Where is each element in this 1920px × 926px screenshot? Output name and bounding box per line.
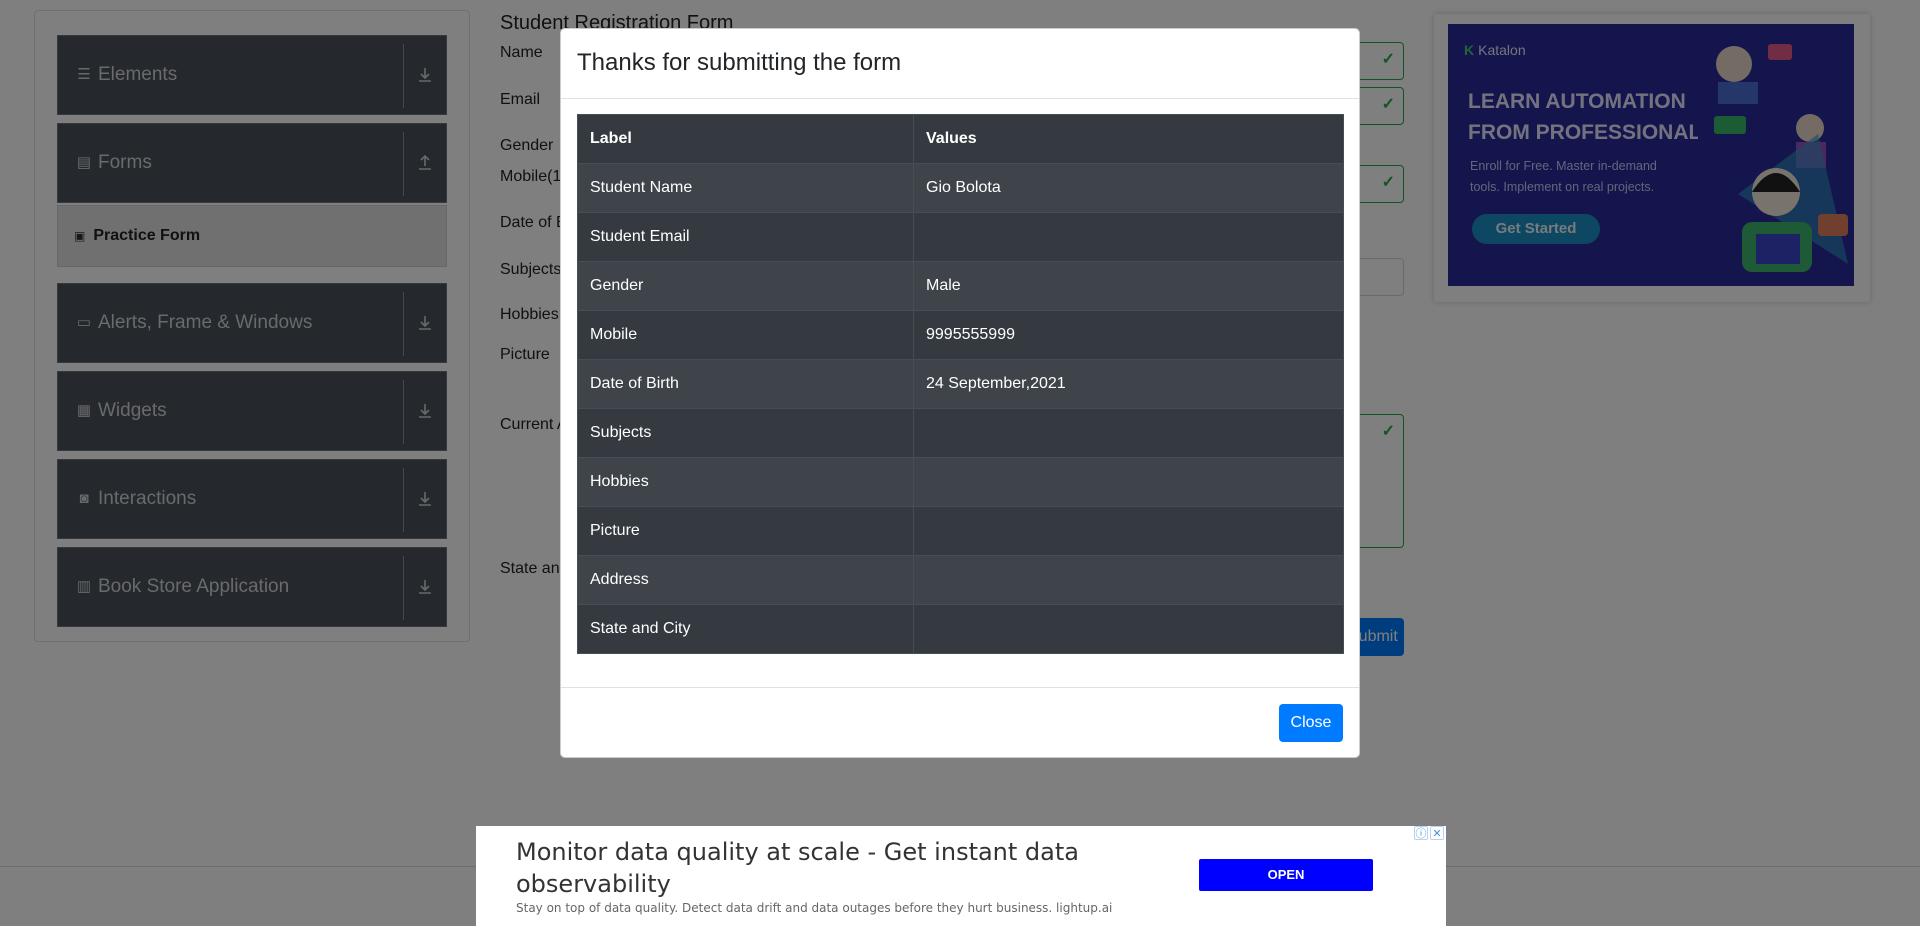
modal-header: Thanks for submitting the form (561, 29, 1359, 99)
bottom-ad-banner[interactable]: Monitor data quality at scale - Get inst… (476, 826, 1446, 926)
row-value (913, 408, 1344, 458)
table-header-row: Label Values (577, 114, 1344, 164)
row-value: Male (913, 261, 1344, 311)
table-row: Subjects (577, 408, 1344, 458)
row-label: Picture (577, 506, 914, 556)
table-row: State and City (577, 604, 1344, 654)
bottom-ad-open-button[interactable]: OPEN (1199, 859, 1373, 891)
row-value (913, 506, 1344, 556)
modal-footer: Close (561, 687, 1359, 757)
column-header-label: Label (577, 114, 914, 164)
close-button[interactable]: Close (1279, 704, 1343, 742)
table-row: Hobbies (577, 457, 1344, 507)
table-row: Date of Birth 24 September,2021 (577, 359, 1344, 409)
table-row: Mobile 9995555999 (577, 310, 1344, 360)
row-label: Student Email (577, 212, 914, 262)
bottom-ad-headline[interactable]: Monitor data quality at scale - Get inst… (516, 836, 1136, 900)
adchoices-info-icon[interactable]: ⓘ (1414, 826, 1428, 840)
table-row: Student Email (577, 212, 1344, 262)
row-label: State and City (577, 604, 914, 654)
submission-table: Label Values Student Name Gio Bolota Stud… (577, 114, 1344, 654)
bottom-ad-subtext: Stay on top of data quality. Detect data… (516, 901, 1113, 915)
row-label: Address (577, 555, 914, 605)
row-value: Gio Bolota (913, 163, 1344, 213)
row-value: 24 September,2021 (913, 359, 1344, 409)
row-label: Student Name (577, 163, 914, 213)
row-value (913, 604, 1344, 654)
ad-close-icon[interactable]: ✕ (1430, 826, 1444, 840)
row-label: Mobile (577, 310, 914, 360)
row-value (913, 212, 1344, 262)
row-label: Date of Birth (577, 359, 914, 409)
row-value: 9995555999 (913, 310, 1344, 360)
column-header-values: Values (913, 114, 1344, 164)
adchoices[interactable]: ⓘ ✕ (1414, 826, 1444, 840)
table-row: Student Name Gio Bolota (577, 163, 1344, 213)
table-row: Gender Male (577, 261, 1344, 311)
row-label: Hobbies (577, 457, 914, 507)
table-row: Address (577, 555, 1344, 605)
modal-title: Thanks for submitting the form (577, 49, 902, 76)
submission-modal: Thanks for submitting the form Label Val… (560, 28, 1360, 758)
row-value (913, 457, 1344, 507)
table-row: Picture (577, 506, 1344, 556)
row-value (913, 555, 1344, 605)
row-label: Subjects (577, 408, 914, 458)
row-label: Gender (577, 261, 914, 311)
